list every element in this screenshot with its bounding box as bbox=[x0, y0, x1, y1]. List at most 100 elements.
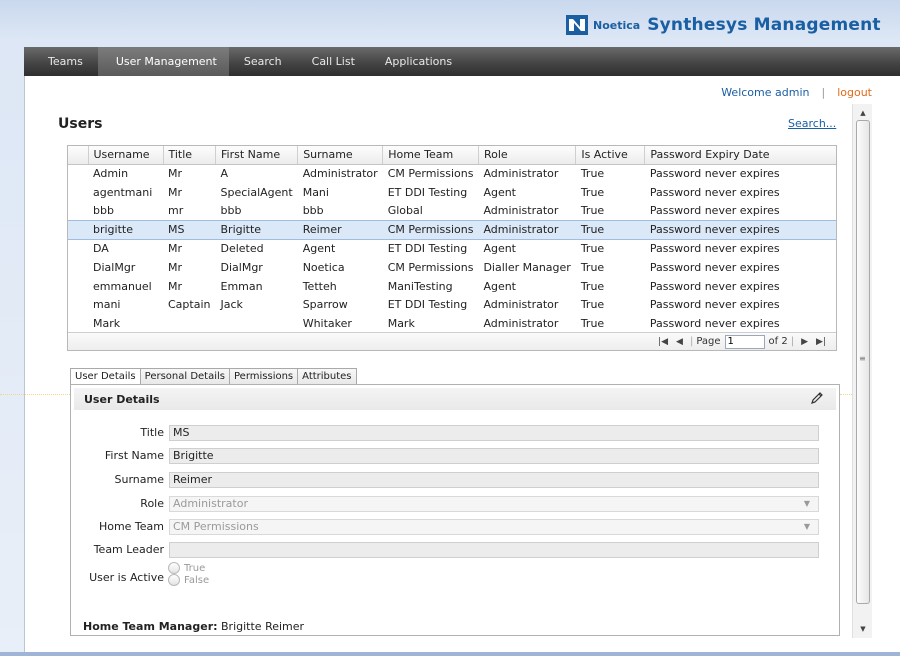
col-header-password-expiry[interactable]: Password Expiry Date bbox=[644, 146, 836, 165]
table-cell: A bbox=[220, 167, 229, 181]
tab-attributes[interactable]: Attributes bbox=[297, 368, 357, 385]
table-cell: CM Permissions bbox=[387, 260, 474, 274]
table-cell: ET DDI Testing bbox=[387, 298, 468, 312]
table-cell: Agent bbox=[483, 279, 516, 293]
pager-of-label: of 2 bbox=[768, 336, 788, 347]
nav-search[interactable]: Search bbox=[229, 47, 297, 76]
page-scrollbar[interactable]: ▲ ≡ ▼ bbox=[852, 104, 872, 638]
users-grid: Username Title First Name Surname Home T… bbox=[67, 145, 837, 351]
col-header-surname[interactable]: Surname bbox=[297, 146, 384, 165]
nav-teams[interactable]: Teams bbox=[24, 47, 98, 76]
prev-page-icon[interactable]: ◀ bbox=[676, 337, 683, 347]
table-cell bbox=[216, 314, 298, 333]
table-cell: Mr bbox=[168, 185, 183, 199]
table-row[interactable]: emmanuel Mr Emman Tetteh ManiTesting Agent Tru… bbox=[68, 277, 836, 296]
table-row[interactable]: Mark Whitaker Mark Administrator True Passwor… bbox=[68, 314, 836, 333]
table-cell: DialMgr bbox=[93, 260, 136, 274]
table-cell: Admin bbox=[93, 167, 129, 181]
scroll-down-icon[interactable]: ▼ bbox=[855, 622, 871, 636]
home-team-manager-label: Home Team Manager: bbox=[83, 620, 218, 633]
row-role: Role Administrator ▼ bbox=[71, 496, 841, 512]
pencil-icon[interactable] bbox=[810, 391, 824, 405]
col-header-title[interactable]: Title bbox=[163, 146, 216, 165]
table-cell: Emman bbox=[220, 279, 263, 293]
col-header-first-name[interactable]: First Name bbox=[215, 146, 299, 165]
row-title: Title MS bbox=[71, 425, 841, 441]
surname-field[interactable]: Reimer bbox=[169, 472, 819, 488]
row-spacer bbox=[68, 314, 88, 333]
table-cell: Password never expires bbox=[649, 298, 780, 312]
panel-header: User Details bbox=[74, 388, 836, 410]
panel-title: User Details bbox=[84, 393, 160, 406]
row-spacer bbox=[68, 277, 88, 296]
table-row[interactable]: DialMgr Mr DialMgr Noetica CM Permissions Dia… bbox=[68, 258, 836, 277]
pager-page-label: Page bbox=[696, 336, 721, 347]
radio-true-circle[interactable] bbox=[168, 562, 180, 574]
title-field[interactable]: MS bbox=[169, 425, 819, 441]
col-header-username[interactable]: Username bbox=[88, 146, 164, 165]
table-cell: Sparrow bbox=[302, 298, 348, 312]
table-row[interactable]: agentmani Mr SpecialAgent Mani ET DDI Testin… bbox=[68, 183, 836, 202]
col-header-role[interactable]: Role bbox=[478, 146, 577, 165]
row-spacer bbox=[68, 296, 88, 315]
page-number-input[interactable] bbox=[724, 334, 765, 349]
table-cell: True bbox=[580, 185, 605, 199]
table-cell: emmanuel bbox=[93, 279, 152, 293]
team-leader-label: Team Leader bbox=[93, 543, 164, 556]
bottom-band bbox=[0, 652, 900, 656]
radio-true[interactable]: True bbox=[168, 562, 209, 574]
role-select[interactable]: Administrator ▼ bbox=[169, 496, 819, 512]
table-cell: Password never expires bbox=[649, 204, 780, 218]
scroll-thumb[interactable]: ≡ bbox=[856, 120, 870, 604]
welcome-text: Welcome admin bbox=[721, 86, 810, 99]
tab-permissions[interactable]: Permissions bbox=[229, 368, 299, 385]
row-first-name: First Name Brigitte bbox=[71, 448, 841, 464]
table-row[interactable]: brigitte MS Brigitte Reimer CM Permissions Ad… bbox=[68, 219, 836, 240]
nav-applications[interactable]: Applications bbox=[370, 47, 467, 76]
table-cell: Dialler Manager bbox=[483, 260, 571, 274]
detail-tabs: User Details Personal Details Permission… bbox=[70, 368, 357, 386]
table-row[interactable]: bbb mr bbb bbb Global Administrator True Passwo… bbox=[68, 202, 836, 221]
brand-header: Noetica Synthesys Management bbox=[566, 12, 881, 38]
table-cell: DialMgr bbox=[220, 260, 263, 274]
grid-pager: |◀ ◀ | Page of 2 | ▶ ▶| bbox=[68, 332, 836, 350]
team-leader-field[interactable] bbox=[169, 542, 819, 558]
home-team-select[interactable]: CM Permissions ▼ bbox=[169, 519, 819, 535]
row-surname: Surname Reimer bbox=[71, 472, 841, 488]
table-cell: Mani bbox=[302, 185, 329, 199]
logout-link[interactable]: logout bbox=[837, 86, 872, 99]
search-link[interactable]: Search... bbox=[788, 117, 836, 130]
table-row[interactable]: mani Captain Jack Sparrow ET DDI Testing Admi… bbox=[68, 296, 836, 315]
brand-title: Synthesys Management bbox=[647, 15, 881, 35]
nav-user-management[interactable]: User Management bbox=[97, 47, 229, 76]
welcome-separator: | bbox=[821, 86, 826, 99]
table-cell: Administrator bbox=[483, 298, 559, 312]
radio-false-circle[interactable] bbox=[168, 574, 180, 586]
col-header-is-active[interactable]: Is Active bbox=[575, 146, 646, 165]
row-spacer bbox=[68, 239, 88, 258]
tab-personal-details[interactable]: Personal Details bbox=[139, 368, 230, 385]
table-cell: Password never expires bbox=[649, 242, 780, 256]
table-cell: mani bbox=[93, 298, 121, 312]
scroll-up-icon[interactable]: ▲ bbox=[855, 106, 871, 120]
table-cell: Password never expires bbox=[644, 219, 836, 240]
radio-false-label: False bbox=[184, 574, 210, 586]
table-row[interactable]: DA Mr Deleted Agent ET DDI Testing Agent True P… bbox=[68, 239, 836, 258]
last-page-icon[interactable]: ▶| bbox=[816, 337, 826, 347]
first-page-icon[interactable]: |◀ bbox=[658, 337, 668, 347]
table-row[interactable]: Admin Mr A Administrator CM Permissions Admin… bbox=[68, 164, 836, 183]
table-cell: brigitte bbox=[88, 219, 163, 240]
next-page-icon[interactable]: ▶ bbox=[801, 337, 808, 347]
table-cell: Agent bbox=[302, 242, 336, 256]
table-cell: Administrator bbox=[483, 167, 559, 181]
nav-call-list[interactable]: Call List bbox=[297, 47, 370, 76]
table-cell: Administrator bbox=[302, 167, 378, 181]
title-label: Title bbox=[140, 426, 164, 439]
radio-false[interactable]: False bbox=[168, 574, 209, 586]
col-header-home-team[interactable]: Home Team bbox=[382, 146, 479, 165]
table-cell: DA bbox=[93, 242, 109, 256]
first-name-field[interactable]: Brigitte bbox=[169, 448, 819, 464]
radio-true-label: True bbox=[184, 562, 206, 574]
pager-separator-2: | bbox=[790, 336, 795, 347]
brand-small-text: Noetica bbox=[593, 18, 641, 32]
